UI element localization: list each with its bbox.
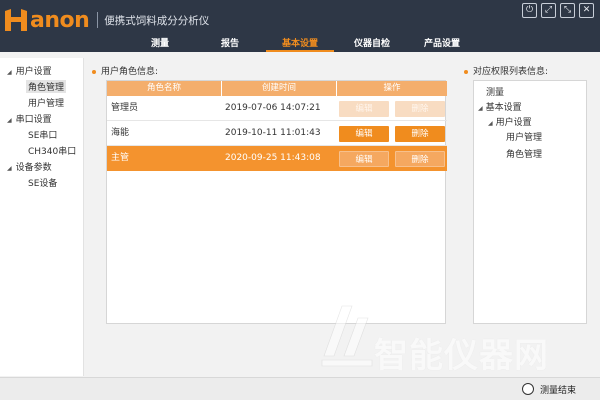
app-title: 便携式饲料成分分析仪 bbox=[104, 14, 210, 27]
role-info-panel: 用户角色信息: 角色名称 创建时间 操作 管理员 2019-07-06 14:0… bbox=[92, 64, 454, 328]
role-section-title: 用户角色信息: bbox=[92, 64, 158, 77]
column-header-role-name: 角色名称 bbox=[107, 81, 222, 96]
title-bar: anon 便携式饲料成分分析仪 ⏻ ⤢ ⤡ ✕ 测量 报告 基本设置 仪器自检 … bbox=[0, 0, 600, 52]
tab-measure[interactable]: 测量 bbox=[134, 37, 186, 52]
role-name-cell: 海能 bbox=[111, 128, 130, 138]
permission-item-basic-settings[interactable]: ◢ 基本设置 bbox=[478, 100, 522, 113]
role-table: 角色名称 创建时间 操作 管理员 2019-07-06 14:07:21 编辑 … bbox=[106, 80, 447, 324]
tab-product-settings[interactable]: 产品设置 bbox=[412, 37, 472, 52]
edit-button[interactable]: 编辑 bbox=[339, 126, 389, 142]
created-time-cell: 2020-09-25 11:43:08 bbox=[225, 153, 321, 163]
tree-item-user-management[interactable]: 用户管理 bbox=[28, 96, 64, 109]
restore-icon[interactable]: ⤢ bbox=[541, 3, 556, 18]
tree-item-se-serial[interactable]: SE串口 bbox=[28, 128, 57, 141]
settings-tree: ◢ 用户设置 角色管理 用户管理 ◢ 串口设置 SE串口 CH340串口 ◢ 设备参数… bbox=[0, 58, 84, 376]
brand-name: anon bbox=[30, 7, 90, 33]
table-row-selected[interactable]: 主管 2020-09-25 11:43:08 编辑 删除 bbox=[107, 146, 447, 171]
tab-self-check[interactable]: 仪器自检 bbox=[342, 37, 402, 52]
tree-group-device-params[interactable]: ◢ 设备参数 bbox=[7, 160, 52, 173]
created-time-cell: 2019-07-06 14:07:21 bbox=[225, 103, 321, 113]
delete-button[interactable]: 删除 bbox=[395, 126, 445, 142]
status-indicator-icon bbox=[522, 383, 534, 395]
tree-item-se-device[interactable]: SE设备 bbox=[28, 176, 57, 189]
status-text: 测量结束 bbox=[540, 386, 577, 396]
permission-tree: 测量 ◢ 基本设置 ◢ 用户设置 用户管理 角色管理 bbox=[473, 80, 587, 324]
title-divider bbox=[97, 12, 99, 28]
bullet-icon bbox=[92, 69, 96, 74]
watermark-text: 智能仪器网 bbox=[374, 336, 549, 376]
expand-triangle-icon: ◢ bbox=[7, 69, 12, 76]
column-header-created-time: 创建时间 bbox=[222, 81, 337, 96]
tab-report[interactable]: 报告 bbox=[204, 37, 256, 52]
tree-group-serial-settings[interactable]: ◢ 串口设置 bbox=[7, 112, 52, 125]
close-icon[interactable]: ✕ bbox=[579, 3, 594, 18]
table-row[interactable]: 海能 2019-10-11 11:01:43 编辑 删除 bbox=[107, 121, 447, 146]
delete-button[interactable]: 删除 bbox=[395, 151, 445, 167]
role-name-cell: 主管 bbox=[111, 153, 130, 163]
bullet-icon bbox=[464, 69, 468, 74]
permission-section-title: 对应权限列表信息: bbox=[464, 64, 548, 77]
tree-item-ch340-serial[interactable]: CH340串口 bbox=[28, 144, 76, 157]
tree-item-role-management[interactable]: 角色管理 bbox=[26, 80, 67, 93]
permission-item-measure[interactable]: 测量 bbox=[486, 85, 504, 98]
status-bar: 测量结束 bbox=[0, 377, 600, 400]
edit-button[interactable]: 编辑 bbox=[339, 151, 389, 167]
expand-triangle-icon: ◢ bbox=[478, 105, 483, 112]
logo-h-icon bbox=[5, 9, 27, 31]
expand-triangle-icon: ◢ bbox=[7, 165, 12, 172]
column-header-actions: 操作 bbox=[337, 81, 447, 96]
expand-triangle-icon: ◢ bbox=[7, 117, 12, 124]
tab-basic-settings[interactable]: 基本设置 bbox=[266, 37, 334, 52]
delete-button: 删除 bbox=[395, 101, 445, 117]
permission-item-role-management[interactable]: 角色管理 bbox=[506, 147, 542, 160]
role-name-cell: 管理员 bbox=[111, 103, 139, 113]
permission-item-user-settings[interactable]: ◢ 用户设置 bbox=[488, 115, 532, 128]
edit-button: 编辑 bbox=[339, 101, 389, 117]
watermark: 智能仪器网 bbox=[318, 296, 578, 376]
brand-logo: anon 便携式饲料成分分析仪 bbox=[3, 5, 209, 35]
permission-panel: 对应权限列表信息: 测量 ◢ 基本设置 ◢ 用户设置 用户管理 角色管理 bbox=[464, 64, 590, 328]
expand-triangle-icon: ◢ bbox=[488, 120, 493, 127]
watermark-logo-icon bbox=[321, 305, 373, 367]
main-tabs: 测量 报告 基本设置 仪器自检 产品设置 bbox=[0, 37, 600, 52]
table-row[interactable]: 管理员 2019-07-06 14:07:21 编辑 删除 bbox=[107, 96, 447, 121]
fullscreen-icon[interactable]: ⤡ bbox=[560, 3, 575, 18]
created-time-cell: 2019-10-11 11:01:43 bbox=[225, 128, 321, 138]
tree-group-user-settings[interactable]: ◢ 用户设置 bbox=[7, 64, 52, 77]
power-icon[interactable]: ⏻ bbox=[522, 3, 537, 18]
permission-item-user-management[interactable]: 用户管理 bbox=[506, 130, 542, 143]
window-controls: ⏻ ⤢ ⤡ ✕ bbox=[522, 3, 594, 18]
